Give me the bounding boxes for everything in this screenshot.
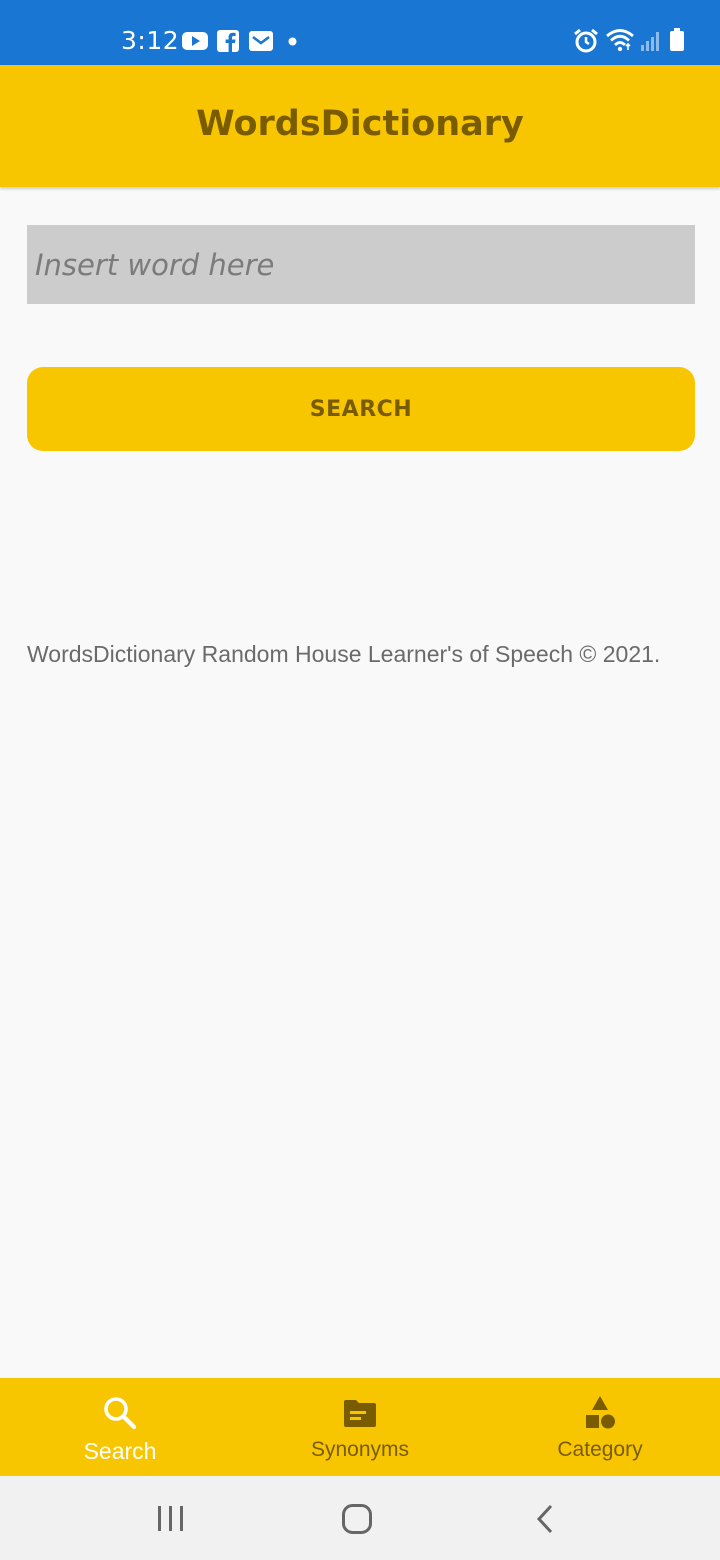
app-title: WordsDictionary [196,104,524,144]
mail-icon [249,31,273,51]
nav-label-category: Category [557,1438,643,1461]
youtube-icon [182,32,208,50]
copyright-text: WordsDictionary Random House Learner's o… [27,641,661,667]
system-navigation-bar [0,1476,720,1560]
bottom-navigation: Search Synonyms Category [0,1378,720,1476]
nav-item-search[interactable]: Search [0,1378,240,1476]
wifi-icon [606,29,634,52]
category-icon [586,1396,615,1429]
nav-item-category[interactable]: Category [480,1378,720,1476]
search-icon [104,1397,137,1430]
status-time: 3:12 [121,26,180,55]
search-button[interactable]: SEARCH [27,367,695,451]
recents-icon[interactable] [156,1505,186,1533]
home-icon[interactable] [341,1503,373,1535]
word-search-input[interactable] [27,225,695,304]
nav-label-synonyms: Synonyms [310,1438,410,1461]
nav-item-synonyms[interactable]: Synonyms [240,1378,480,1476]
nav-label-search: Search [83,1438,157,1464]
alarm-icon [574,28,598,53]
app-bar: WordsDictionary [0,65,720,187]
dot-icon [288,37,297,46]
back-icon[interactable] [534,1504,556,1534]
folder-icon [344,1400,376,1427]
battery-icon [670,28,684,51]
signal-icon [641,32,659,51]
facebook-icon [217,30,239,52]
status-bar: 3:12 [0,0,720,65]
